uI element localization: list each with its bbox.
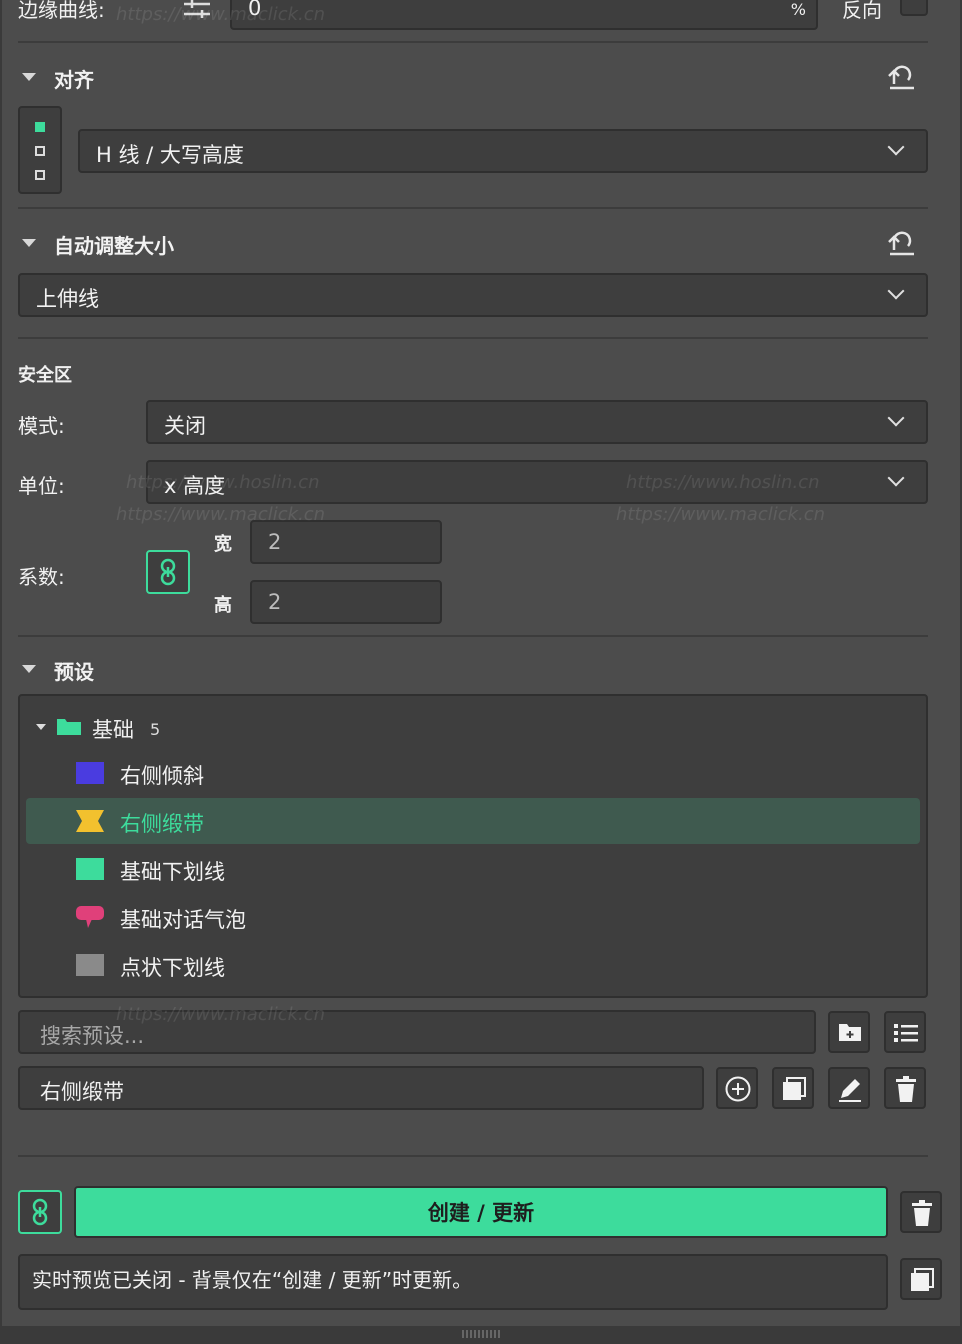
- create-update-button[interactable]: 创建 / 更新: [74, 1186, 888, 1238]
- live-preview-link-button[interactable]: [18, 1190, 62, 1234]
- anchor-top-dot[interactable]: [35, 122, 45, 132]
- status-box: 实时预览已关闭 - 背景仅在“创建 / 更新”时更新。: [18, 1254, 888, 1310]
- factor-label: 系数:: [18, 565, 65, 589]
- delete-preset-button[interactable]: [884, 1067, 926, 1109]
- autosize-section-title: 自动调整大小: [54, 234, 174, 258]
- divider: [18, 207, 928, 209]
- duplicate-preset-button[interactable]: [772, 1067, 814, 1109]
- list-icon: [894, 1024, 918, 1042]
- preset-swatch-icon: [76, 858, 104, 880]
- link-icon: [160, 558, 176, 586]
- height-input[interactable]: 2: [250, 580, 442, 624]
- reverse-label: 反向: [842, 0, 882, 22]
- reset-icon[interactable]: [886, 228, 916, 258]
- sliders-icon[interactable]: [182, 0, 212, 22]
- preset-item[interactable]: 右侧倾斜: [26, 750, 920, 796]
- preset-item[interactable]: 基础下划线: [26, 846, 920, 892]
- copy-icon: [783, 1077, 806, 1100]
- add-preset-button[interactable]: [716, 1067, 758, 1109]
- safezone-title: 安全区: [18, 365, 72, 386]
- collapse-triangle-icon[interactable]: [22, 239, 36, 247]
- edit-preset-button[interactable]: [828, 1067, 870, 1109]
- presets-section-title: 预设: [54, 660, 94, 684]
- preset-swatch-icon: [76, 810, 104, 832]
- preset-item[interactable]: 点状下划线: [26, 942, 920, 988]
- preset-item-label: 基础对话气泡: [120, 908, 246, 932]
- link-icon: [32, 1198, 48, 1226]
- unit-value: x 高度: [164, 474, 226, 498]
- edge-curve-label: 边缘曲线:: [18, 0, 105, 22]
- mode-value: 关闭: [164, 414, 206, 438]
- autosize-value: 上伸线: [36, 287, 99, 311]
- folder-expand-icon[interactable]: [36, 724, 46, 730]
- edge-curve-value: 0: [248, 0, 262, 20]
- status-text: 实时预览已关闭 - 背景仅在“创建 / 更新”时更新。: [32, 1268, 473, 1292]
- chevron-down-icon: [887, 469, 905, 487]
- preset-item-label: 点状下划线: [120, 956, 225, 980]
- mode-label: 模式:: [18, 414, 65, 438]
- list-view-button[interactable]: [884, 1011, 926, 1053]
- resize-grip-icon[interactable]: [462, 1330, 500, 1338]
- preset-item-label: 右侧倾斜: [120, 764, 204, 788]
- new-folder-icon: [839, 1024, 861, 1041]
- reverse-checkbox[interactable]: [900, 0, 928, 16]
- preset-item[interactable]: 基础对话气泡: [26, 894, 920, 940]
- divider: [18, 1155, 928, 1157]
- preset-search-input[interactable]: 搜索预设...: [18, 1010, 816, 1054]
- copy-status-button[interactable]: [900, 1258, 942, 1300]
- align-mode-value: H 线 / 大写高度: [96, 143, 244, 167]
- folder-icon: [57, 719, 81, 735]
- panel-left-edge: [0, 0, 2, 1344]
- width-value: 2: [268, 530, 282, 554]
- align-section-title: 对齐: [54, 68, 94, 92]
- anchor-middle-dot[interactable]: [35, 146, 45, 156]
- link-toggle-button[interactable]: [146, 550, 190, 594]
- preset-name-input[interactable]: 右侧缎带: [18, 1066, 704, 1110]
- unit-select[interactable]: x 高度: [146, 460, 928, 504]
- copy-icon: [911, 1268, 934, 1291]
- trash-icon: [896, 1076, 916, 1102]
- height-value: 2: [268, 590, 282, 614]
- preset-item-label: 右侧缎带: [120, 812, 204, 836]
- width-input[interactable]: 2: [250, 520, 442, 564]
- mode-select[interactable]: 关闭: [146, 400, 928, 444]
- align-mode-select[interactable]: H 线 / 大写高度: [78, 129, 928, 173]
- pencil-icon: [839, 1079, 861, 1102]
- chevron-down-icon: [887, 282, 905, 300]
- divider: [18, 635, 928, 637]
- preset-item-label: 基础下划线: [120, 860, 225, 884]
- edge-curve-input[interactable]: 0 %: [230, 0, 818, 30]
- width-label: 宽: [214, 534, 232, 555]
- height-label: 高: [214, 595, 232, 616]
- preset-item[interactable]: 右侧缎带: [26, 798, 920, 844]
- clear-button[interactable]: [900, 1191, 942, 1233]
- collapse-triangle-icon[interactable]: [22, 665, 36, 673]
- plus-circle-icon: [725, 1076, 751, 1102]
- create-update-label: 创建 / 更新: [427, 1201, 535, 1225]
- anchor-selector[interactable]: [18, 106, 62, 194]
- folder-name[interactable]: 基础: [92, 714, 134, 744]
- divider: [18, 41, 928, 43]
- trash-icon: [912, 1200, 932, 1226]
- unit-label: 单位:: [18, 474, 65, 498]
- autosize-select[interactable]: 上伸线: [18, 273, 928, 317]
- reset-icon[interactable]: [886, 62, 916, 92]
- divider: [18, 337, 928, 339]
- preset-swatch-icon: [76, 954, 104, 976]
- folder-count: 5: [150, 720, 161, 739]
- bottom-resize-bar[interactable]: [0, 1326, 962, 1344]
- search-placeholder: 搜索预设...: [40, 1024, 145, 1048]
- preset-name-value: 右侧缎带: [40, 1080, 124, 1104]
- collapse-triangle-icon[interactable]: [22, 73, 36, 81]
- percent-unit: %: [790, 0, 806, 19]
- new-folder-button[interactable]: [828, 1011, 870, 1053]
- watermark: https://www.maclick.cn: [616, 504, 826, 525]
- anchor-bottom-dot[interactable]: [35, 170, 45, 180]
- preset-swatch-icon: [76, 906, 104, 928]
- chevron-down-icon: [887, 138, 905, 156]
- preset-swatch-icon: [76, 762, 104, 784]
- chevron-down-icon: [887, 409, 905, 427]
